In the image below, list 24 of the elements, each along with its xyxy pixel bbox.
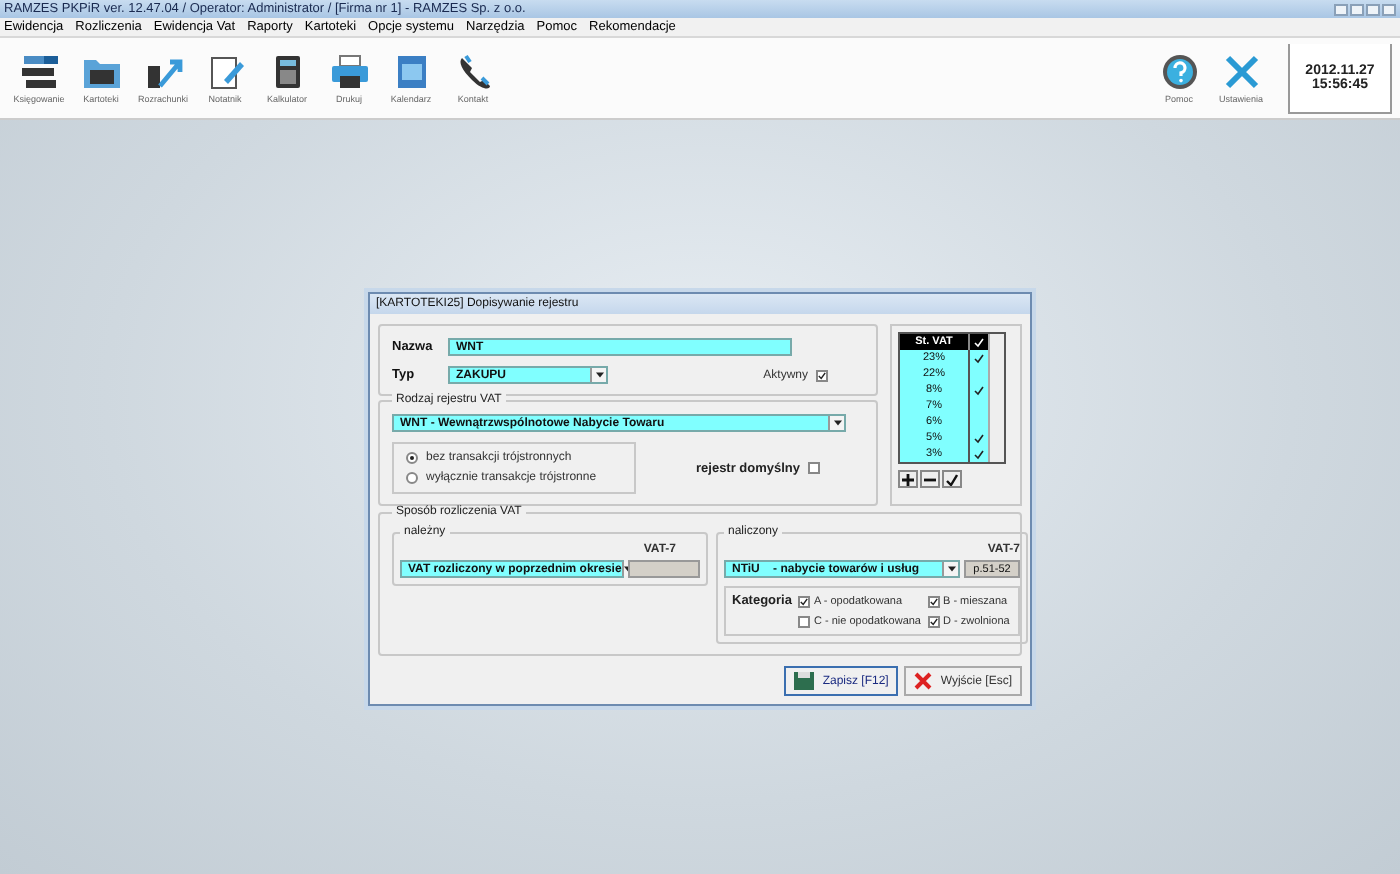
confirm-button[interactable] <box>942 470 962 488</box>
printer-icon <box>329 53 369 89</box>
check-icon <box>946 473 958 485</box>
category-checkbox[interactable] <box>927 616 939 628</box>
caret-icon <box>833 420 841 426</box>
remove-button[interactable] <box>920 470 940 488</box>
vat-field[interactable] <box>628 560 700 578</box>
radio-button[interactable] <box>406 472 418 484</box>
help-icon <box>1161 53 1197 89</box>
caret-icon <box>947 566 955 572</box>
plus-icon <box>902 473 914 485</box>
radio-button[interactable] <box>406 452 418 464</box>
default-register-checkbox[interactable] <box>808 462 821 474</box>
active-checkbox[interactable] <box>816 369 828 381</box>
notepad-pen-icon <box>205 53 245 89</box>
close-icon <box>914 672 933 690</box>
check-icon <box>974 337 984 347</box>
add-button[interactable] <box>898 470 918 488</box>
caret-icon <box>595 372 603 378</box>
category-checkbox[interactable] <box>797 595 810 607</box>
minus-icon <box>924 473 936 485</box>
category-checkbox[interactable] <box>927 595 939 607</box>
category-checkbox[interactable] <box>797 616 810 628</box>
stacked-trays-icon <box>19 53 59 89</box>
